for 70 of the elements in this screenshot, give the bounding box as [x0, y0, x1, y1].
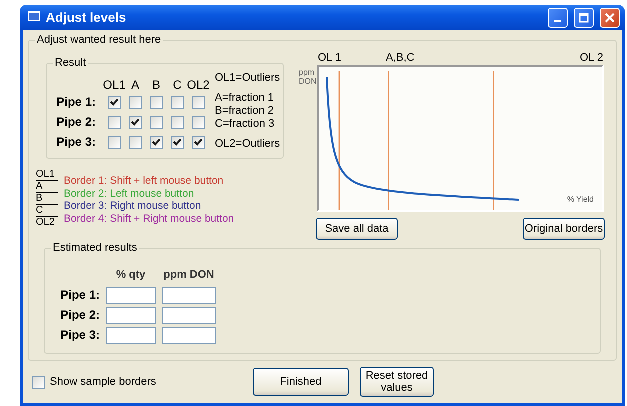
checkbox[interactable] — [171, 116, 184, 128]
maximize-icon — [579, 12, 589, 22]
column-header: A — [131, 78, 140, 92]
checkbox[interactable] — [108, 136, 121, 148]
column-header: % qty — [116, 269, 146, 281]
checkbox[interactable] — [192, 136, 205, 148]
row-label: Pipe 3: — [60, 328, 100, 342]
minimize-button[interactable] — [548, 8, 568, 28]
checkbox[interactable] — [32, 376, 45, 388]
axis-label: % Yield — [567, 195, 594, 204]
checkbox[interactable] — [108, 96, 121, 108]
chart-plot[interactable]: % Yield — [317, 65, 604, 212]
axis-label: ppm DON — [299, 67, 317, 88]
column-header: B — [152, 78, 160, 92]
checkbox[interactable] — [129, 116, 142, 128]
close-icon — [605, 12, 615, 22]
chart-button[interactable]: Original borders — [523, 218, 605, 240]
column-header: OL2 — [187, 78, 210, 92]
dialog-button[interactable]: Reset stored values — [360, 367, 434, 397]
border-hint: Border 3: Right mouse button — [64, 200, 202, 212]
checkbox[interactable] — [129, 136, 142, 148]
border-label: OL 1 — [318, 52, 342, 64]
border-line[interactable] — [338, 71, 340, 210]
column-header: OL1 — [103, 78, 126, 92]
minimize-icon — [554, 20, 560, 22]
checkbox-label: Show sample borders — [50, 376, 156, 388]
input-field[interactable] — [162, 306, 216, 324]
checkbox[interactable] — [192, 96, 205, 108]
checkbox[interactable] — [129, 96, 142, 108]
row-label: Pipe 2: — [56, 115, 97, 129]
border-label: OL 2 — [580, 52, 604, 64]
input-field[interactable] — [106, 286, 156, 304]
legend-text: OL2=Outliers — [215, 138, 280, 151]
border-hint: Border 4: Shift + Right mouse button — [64, 212, 234, 225]
border-label: C — [36, 205, 58, 217]
checkbox[interactable] — [171, 136, 184, 148]
checkbox[interactable] — [192, 116, 205, 128]
row-label: Pipe 2: — [60, 308, 100, 322]
border-label: OL1 — [36, 169, 58, 181]
row-label: Pipe 1: — [60, 288, 100, 302]
legend-text: OL1=Outliers — [215, 72, 280, 85]
column-header: ppm DON — [164, 269, 214, 281]
border-label: OL2 — [36, 217, 56, 228]
close-button[interactable] — [600, 8, 620, 28]
dialog-button[interactable]: Finished — [253, 368, 349, 396]
row-label: Pipe 1: — [56, 95, 97, 109]
group-title: Adjust wanted result here — [35, 34, 164, 47]
input-field[interactable] — [106, 306, 156, 324]
maximize-button[interactable] — [574, 8, 594, 28]
checkbox[interactable] — [108, 116, 121, 128]
border-label: A,B,C — [386, 52, 415, 64]
border-label: B — [36, 193, 58, 205]
input-field[interactable] — [162, 326, 216, 344]
legend-text: B=fraction 2 — [215, 105, 276, 118]
window-icon — [28, 11, 40, 24]
legend-text: A=fraction 1 — [215, 92, 276, 105]
border-hint: Border 1: Shift + left mouse button — [64, 175, 225, 188]
checkbox[interactable] — [171, 96, 184, 108]
checkbox[interactable] — [150, 116, 163, 128]
input-field[interactable] — [162, 286, 216, 304]
border-label: A — [36, 181, 58, 193]
input-field[interactable] — [106, 326, 156, 344]
window-title: Adjust levels — [46, 10, 128, 25]
row-label: Pipe 3: — [56, 135, 97, 149]
checkbox[interactable] — [150, 136, 163, 148]
border-hint: Border 2: Left mouse button — [64, 188, 196, 200]
legend-text: C=fraction 3 — [215, 118, 276, 131]
chart-button[interactable]: Save all data — [316, 218, 398, 240]
checkbox[interactable] — [150, 96, 163, 108]
column-header: C — [173, 78, 182, 92]
